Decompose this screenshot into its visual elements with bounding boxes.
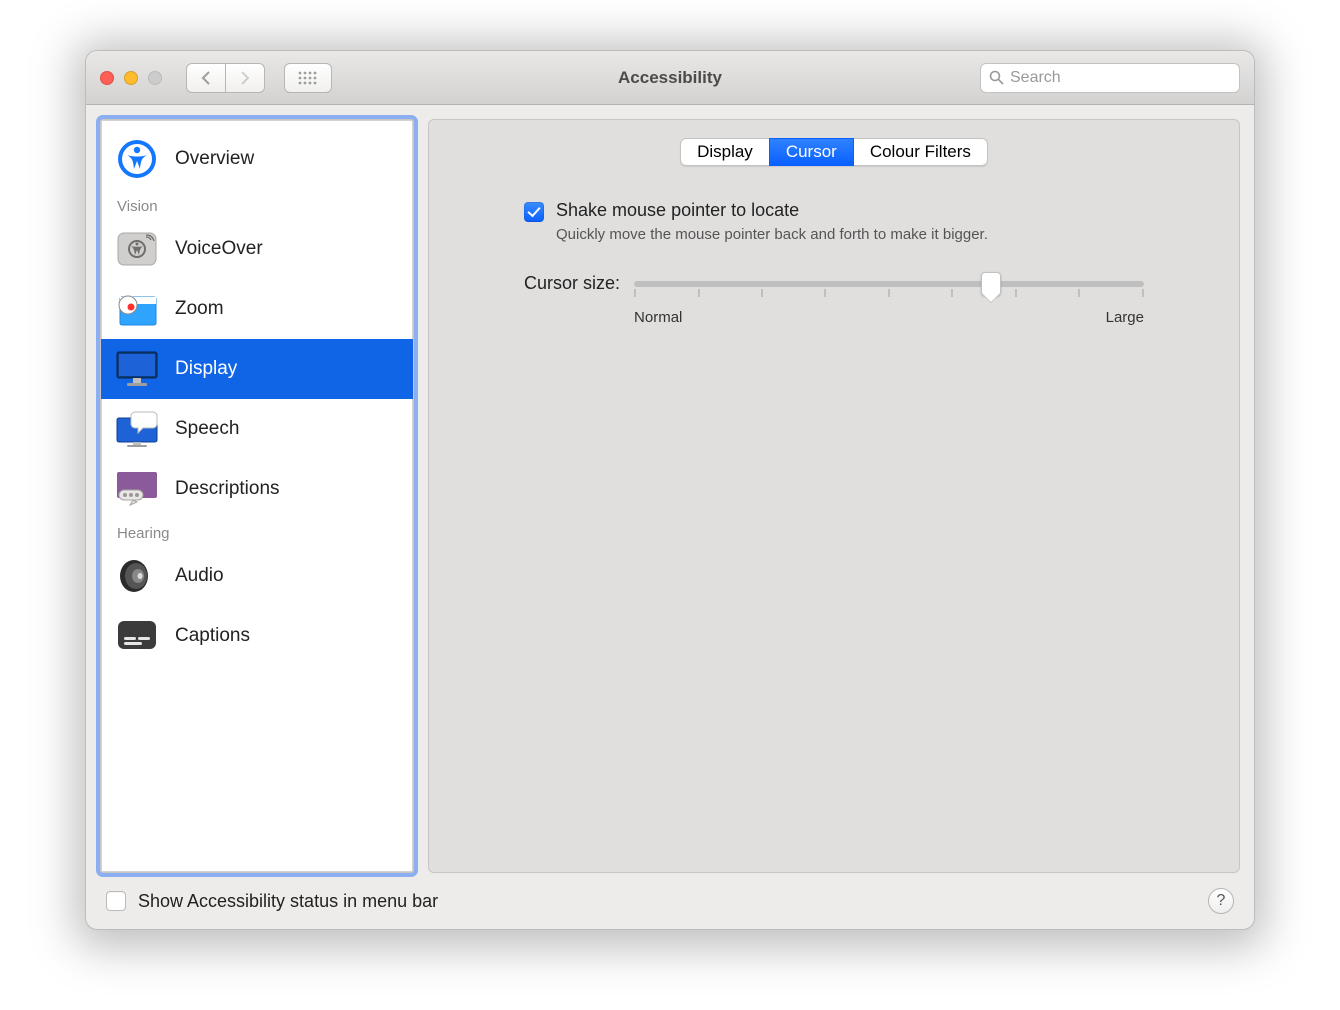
search-field[interactable]: Search: [980, 63, 1240, 93]
sidebar-item-display[interactable]: Display: [101, 339, 413, 399]
shake-to-locate-option: Shake mouse pointer to locate Quickly mo…: [524, 200, 1144, 245]
tab-display[interactable]: Display: [680, 138, 770, 166]
sidebar-item-captions[interactable]: Captions: [101, 606, 413, 666]
show-all-button[interactable]: [284, 63, 332, 93]
captions-icon: [115, 616, 159, 656]
back-button[interactable]: [186, 63, 226, 93]
sidebar-item-descriptions[interactable]: Descriptions: [101, 459, 413, 519]
tab-cursor[interactable]: Cursor: [769, 138, 854, 166]
sidebar-item-speech[interactable]: Speech: [101, 399, 413, 459]
sidebar-item-label: Display: [175, 358, 237, 380]
category-sidebar[interactable]: Overview Vision VoiceOver Zoom: [100, 119, 414, 873]
settings-panel: Display Cursor Colour Filters Shake mous…: [428, 119, 1240, 873]
zoom-window-button[interactable]: [148, 71, 162, 85]
slider-min-label: Normal: [634, 309, 682, 326]
slider-max-label: Large: [1106, 309, 1144, 326]
sidebar-heading-vision: Vision: [101, 192, 413, 219]
sidebar-item-label: Zoom: [175, 298, 224, 320]
sidebar-item-label: VoiceOver: [175, 238, 263, 260]
search-icon: [989, 70, 1004, 85]
search-placeholder: Search: [1010, 69, 1061, 87]
chevron-right-icon: [239, 71, 251, 85]
footer: Show Accessibility status in menu bar ?: [86, 873, 1254, 929]
forward-button[interactable]: [225, 63, 265, 93]
cursor-size-label: Cursor size:: [524, 271, 620, 294]
sidebar-item-audio[interactable]: Audio: [101, 546, 413, 606]
cursor-size-row: Cursor size: Normal Large: [524, 271, 1144, 326]
speech-icon: [115, 409, 159, 449]
sidebar-item-label: Captions: [175, 625, 250, 647]
overview-icon: [115, 139, 159, 179]
grid-icon: [298, 71, 318, 85]
window-controls: [100, 71, 162, 85]
sidebar-item-voiceover[interactable]: VoiceOver: [101, 219, 413, 279]
sidebar-item-overview[interactable]: Overview: [101, 126, 413, 192]
audio-icon: [115, 556, 159, 596]
cursor-size-slider[interactable]: [634, 281, 1144, 287]
shake-to-locate-subtitle: Quickly move the mouse pointer back and …: [556, 225, 988, 245]
help-button[interactable]: ?: [1208, 888, 1234, 914]
sidebar-heading-hearing: Hearing: [101, 519, 413, 546]
grid-button-group: [285, 63, 332, 93]
descriptions-icon: [115, 469, 159, 509]
sidebar-item-label: Descriptions: [175, 478, 280, 500]
sidebar-item-label: Speech: [175, 418, 239, 440]
tab-colour-filters[interactable]: Colour Filters: [853, 138, 988, 166]
shake-to-locate-title: Shake mouse pointer to locate: [556, 200, 988, 221]
slider-ticks: [634, 289, 1144, 297]
chevron-left-icon: [200, 71, 212, 85]
sidebar-item-zoom[interactable]: Zoom: [101, 279, 413, 339]
titlebar: Accessibility Search: [86, 51, 1254, 105]
zoom-icon: [115, 289, 159, 329]
accessibility-window: Accessibility Search Overview Vision: [85, 50, 1255, 930]
nav-buttons: [186, 63, 265, 93]
slider-knob[interactable]: [981, 272, 1001, 296]
display-icon: [115, 349, 159, 389]
show-status-checkbox[interactable]: [106, 891, 126, 911]
voiceover-icon: [115, 229, 159, 269]
tab-bar: Display Cursor Colour Filters: [680, 138, 988, 166]
minimize-window-button[interactable]: [124, 71, 138, 85]
sidebar-item-label: Overview: [175, 148, 254, 170]
shake-to-locate-checkbox[interactable]: [524, 202, 544, 222]
sidebar-item-label: Audio: [175, 565, 224, 587]
close-window-button[interactable]: [100, 71, 114, 85]
show-status-label: Show Accessibility status in menu bar: [138, 891, 438, 912]
